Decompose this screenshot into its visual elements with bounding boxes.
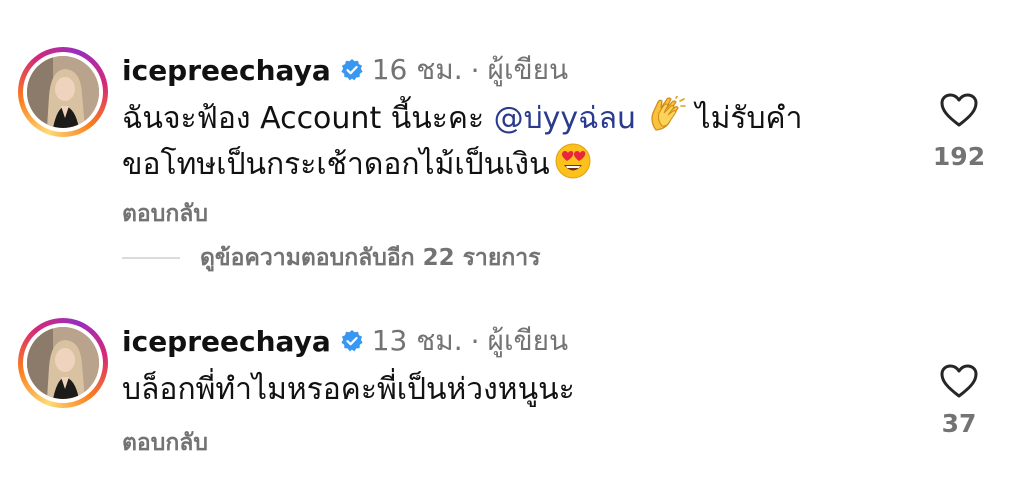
avatar [27,327,99,399]
like-section: 192 [920,92,998,171]
like-count: 192 [932,142,986,171]
like-count: 37 [941,409,977,438]
like-section: 37 [920,363,998,438]
reply-button[interactable]: ตอบกลับ [122,425,208,461]
comment-time: 13 ชม. [371,324,463,357]
author-label: ผู้เขียน [487,324,569,357]
verified-badge-icon [341,59,363,81]
divider-line [122,257,180,259]
mention-link[interactable]: @บ่yyฉ่ลu [494,96,636,142]
comment-text: บล็อกพี่ทำไมหรอคะพี่เป็นห่วงหนูนะ [122,372,575,407]
clapping-hands-emoji [651,96,686,131]
comment-text-part2: ไม่รับคำ [685,101,803,136]
avatar-story-ring[interactable] [18,318,108,408]
comment-time: 16 ชม. [371,53,463,86]
comment-header: icepreechaya 16 ชม. · ผู้เขียน [122,50,568,90]
reply-button[interactable]: ตอบกลับ [122,196,208,232]
heart-eyes-emoji [555,143,591,179]
view-replies-button[interactable]: ดูข้อความตอบกลับอีก 22 รายการ [122,240,541,276]
heart-outline-icon[interactable] [939,363,979,399]
meta-separator: · [470,53,480,87]
meta-separator: · [470,324,480,358]
verified-badge-icon [341,330,363,352]
username-link[interactable]: icepreechaya [122,54,331,87]
comment-text-part3: ขอโทษเป็นกระเช้าดอกไม้เป็นเงิน [122,147,550,182]
avatar-story-ring[interactable] [18,47,108,137]
comment-header: icepreechaya 13 ชม. · ผู้เขียน [122,321,568,361]
comment-text: ฉันจะฟ้อง Account นี้นะคะ @บ่yyฉ่ลu ไม่ร… [122,96,842,188]
heart-outline-icon[interactable] [939,92,979,128]
comment-text-part1: ฉันจะฟ้อง Account นี้นะคะ [122,101,494,136]
username-link[interactable]: icepreechaya [122,325,331,358]
view-replies-label: ดูข้อความตอบกลับอีก 22 รายการ [200,245,541,271]
author-label: ผู้เขียน [487,53,569,86]
avatar [27,56,99,128]
